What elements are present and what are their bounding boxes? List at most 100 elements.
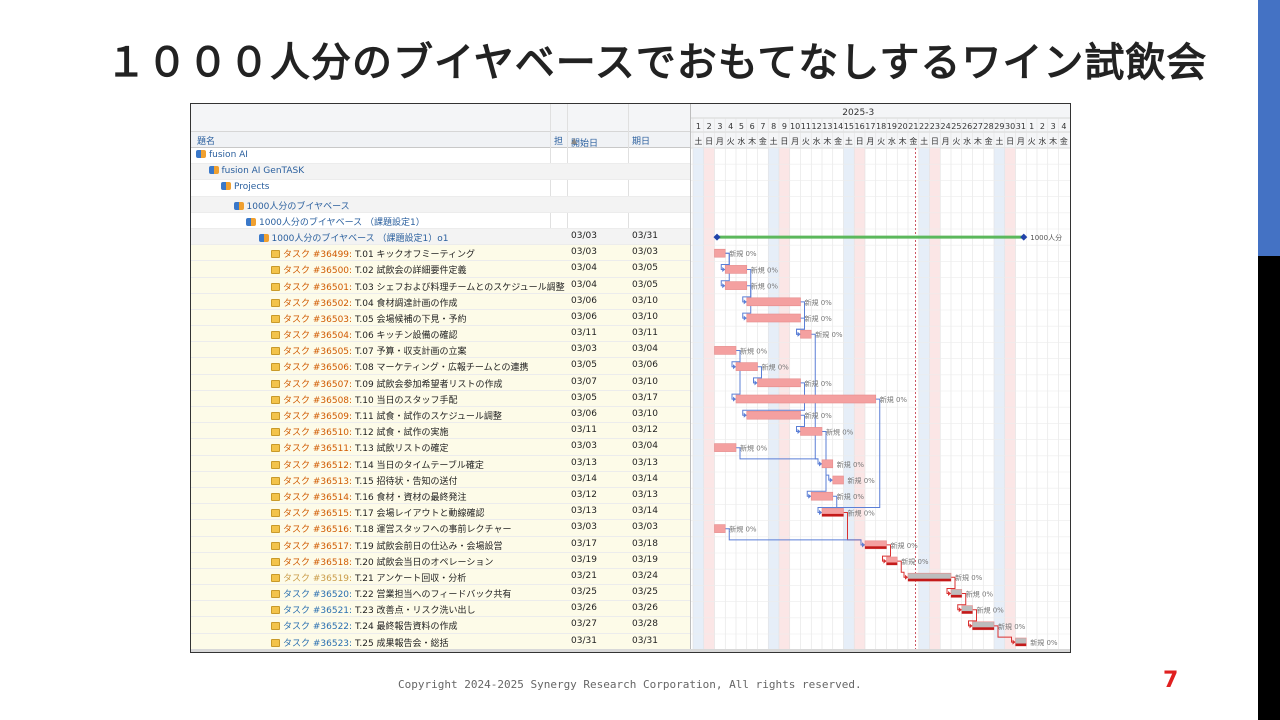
task-id-link[interactable]: タスク #36509: <box>283 412 352 422</box>
task-icon <box>271 314 280 323</box>
task-id-link[interactable]: タスク #36516: <box>283 525 352 535</box>
task-id-link[interactable]: タスク #36522: <box>283 622 352 632</box>
task-id-link[interactable]: タスク #36508: <box>283 396 352 406</box>
tree-row[interactable]: 1000人分のブイヤベース （課題設定1） <box>191 213 690 229</box>
end-date: 03/10 <box>632 311 658 322</box>
task-id-link[interactable]: タスク #36520: <box>283 590 352 600</box>
task-bar[interactable] <box>746 410 801 420</box>
table-row[interactable]: タスク #36509: T.11 試食・試作のスケジュール調整 03/06 03/1… <box>191 407 690 424</box>
task-bar[interactable] <box>735 362 758 371</box>
task-id-link[interactable]: タスク #36521: <box>283 606 352 616</box>
task-id-link[interactable]: タスク #36514: <box>283 493 352 503</box>
task-bar[interactable] <box>714 443 737 452</box>
table-row[interactable]: タスク #36513: T.15 招待状・告知の送付 03/14 03/14 <box>191 471 690 488</box>
project-icon <box>208 166 219 175</box>
accent-bar-blue <box>1258 0 1280 256</box>
day-number-label: 1 <box>696 122 701 131</box>
task-title: T.10 当日のスタッフ手配 <box>354 395 458 406</box>
task-progress-label: 新規 0% <box>751 265 779 274</box>
table-row[interactable]: タスク #36522: T.24 最終報告資料の作成 03/27 03/28 <box>191 617 690 634</box>
task-bar[interactable] <box>821 459 834 469</box>
task-id-link[interactable]: タスク #36523: <box>283 639 352 649</box>
table-row[interactable]: タスク #36520: T.22 営業担当へのフィードバック共有 03/25 03/… <box>191 585 690 602</box>
table-row[interactable]: タスク #36515: T.17 会場レイアウトと動線確認 03/13 03/14 <box>191 504 690 521</box>
task-bar[interactable] <box>714 524 726 533</box>
table-row[interactable]: タスク #36510: T.12 試食・試作の実施 03/11 03/12 <box>191 423 690 440</box>
task-id-link[interactable]: タスク #36500: <box>283 266 352 276</box>
task-bar[interactable] <box>810 491 834 501</box>
table-row[interactable]: タスク #36516: T.18 運営スタッフへの事前レクチャー 03/03 03/… <box>191 520 690 537</box>
tree-row[interactable]: 1000人分のブイヤベース <box>191 196 690 213</box>
table-row[interactable]: タスク #36512: T.14 当日のタイムテーブル確定 03/13 03/13 <box>191 455 690 472</box>
task-id-link[interactable]: タスク #36512: <box>283 461 352 471</box>
gantt-view[interactable]: 題名 担 開始日 ▲ 期日 fusion AI fusion AI GenTASK… <box>190 103 1071 653</box>
dependency-arrowhead <box>743 412 747 418</box>
task-id-link[interactable]: タスク #36515: <box>283 509 352 519</box>
gantt-chart[interactable]: 2025-3 1 土 2 日 3 月 4 火 5 水 6 木 7 金 8 土 9 日 10 月 11 火 12 水 13 木 14 金 1… <box>691 104 1070 652</box>
task-icon <box>271 541 280 550</box>
table-row[interactable]: タスク #36505: T.07 予算・収支計画の立案 03/03 03/04 <box>191 342 690 359</box>
task-id-link[interactable]: タスク #36505: <box>283 347 352 357</box>
task-bar[interactable] <box>746 297 801 307</box>
task-id-link[interactable]: タスク #36504: <box>283 331 352 341</box>
task-id-link[interactable]: タスク #36518: <box>283 558 352 568</box>
task-bar[interactable] <box>757 378 801 388</box>
tree-row-name: fusion AI GenTASK <box>208 166 564 177</box>
table-row[interactable]: タスク #36519: T.21 アンケート回収・分析 03/21 03/24 <box>191 568 690 586</box>
tree-row-label: fusion AI GenTASK <box>221 166 305 177</box>
table-row[interactable]: タスク #36502: T.04 食材調達計画の作成 03/06 03/10 <box>191 293 690 310</box>
table-row[interactable]: タスク #36523: T.25 成果報告会・総括 03/31 03/31 <box>191 633 690 650</box>
table-row[interactable]: タスク #36503: T.05 会場候補の下見・予約 03/06 03/10 <box>191 309 690 327</box>
task-id-link[interactable]: タスク #36513: <box>283 477 352 487</box>
task-bar[interactable] <box>714 248 726 258</box>
table-row[interactable]: タスク #36507: T.09 試飲会参加希望者リストの作成 03/07 03/1… <box>191 374 690 391</box>
task-id-link[interactable]: タスク #36499: <box>283 250 352 260</box>
task-id-link[interactable]: タスク #36506: <box>283 363 352 373</box>
task-id-link[interactable]: タスク #36501: <box>283 283 352 293</box>
task-icon <box>271 298 280 307</box>
task-id-link[interactable]: タスク #36510: <box>283 428 352 438</box>
column-header-end[interactable]: 期日 <box>632 134 650 147</box>
accent-bar-black <box>1258 256 1280 720</box>
weekday-label: 水 <box>888 136 896 146</box>
task-bar[interactable] <box>800 329 812 339</box>
tree-row[interactable]: fusion AI <box>191 148 690 165</box>
task-bar[interactable] <box>724 265 748 274</box>
task-bar[interactable] <box>714 346 737 355</box>
weekday-label: 日 <box>856 137 864 146</box>
task-bar[interactable] <box>800 427 823 436</box>
task-bar[interactable] <box>735 394 877 404</box>
end-date: 03/24 <box>632 570 658 581</box>
end-date: 03/04 <box>632 441 658 452</box>
task-bar[interactable] <box>832 475 844 485</box>
tree-row[interactable]: fusion AI GenTASK <box>191 164 690 181</box>
table-row[interactable]: タスク #36504: T.06 キッチン設備の確認 03/11 03/11 <box>191 326 690 343</box>
table-row[interactable]: タスク #36499: T.01 キックオフミーティング 03/03 03/03 <box>191 245 690 262</box>
task-bar[interactable] <box>724 281 748 290</box>
table-row[interactable]: タスク #36508: T.10 当日のスタッフ手配 03/05 03/17 <box>191 390 690 407</box>
task-id-link[interactable]: タスク #36517: <box>283 542 352 552</box>
table-row[interactable]: タスク #36521: T.23 改善点・リスク洗い出し 03/26 03/26 <box>191 601 690 618</box>
table-row[interactable]: タスク #36501: T.03 シェフおよび料理チームとのスケジュール調整 03… <box>191 277 690 294</box>
horizontal-scrollbar[interactable] <box>191 649 1070 652</box>
task-id-link[interactable]: タスク #36519: <box>283 574 352 584</box>
table-row[interactable]: タスク #36500: T.02 試飲会の詳細要件定義 03/04 03/05 <box>191 261 690 278</box>
table-row[interactable]: タスク #36506: T.08 マーケティング・広報チームとの連携 03/05 0… <box>191 358 690 375</box>
end-date: 03/04 <box>632 344 658 355</box>
task-bar[interactable] <box>746 313 801 323</box>
critical-path-marker <box>822 513 844 517</box>
tree-row[interactable]: 1000人分のブイヤベース （課題設定1）o1 03/03 03/31 <box>191 228 690 246</box>
task-id-link[interactable]: タスク #36511: <box>283 444 352 454</box>
table-row[interactable]: タスク #36517: T.19 試飲会前日の仕込み・会場設営 03/17 03/1… <box>191 536 690 553</box>
tree-row[interactable]: Projects <box>191 180 690 197</box>
table-row[interactable]: タスク #36511: T.13 試飲リストの確定 03/03 03/04 <box>191 439 690 456</box>
task-rows: fusion AI fusion AI GenTASK Projects 1000人分… <box>191 148 690 650</box>
task-id-link[interactable]: タスク #36503: <box>283 315 352 325</box>
task-id-link[interactable]: タスク #36502: <box>283 299 352 309</box>
table-row[interactable]: タスク #36514: T.16 食材・資材の最終発注 03/12 03/13 <box>191 487 690 505</box>
table-row[interactable]: タスク #36518: T.20 試飲会当日のオペレーション 03/19 03/19 <box>191 552 690 569</box>
column-header-assignee[interactable]: 担 <box>554 134 563 147</box>
start-date: 03/06 <box>571 409 597 419</box>
task-id-link[interactable]: タスク #36507: <box>283 380 352 390</box>
column-header-name[interactable]: 題名 <box>197 134 215 147</box>
